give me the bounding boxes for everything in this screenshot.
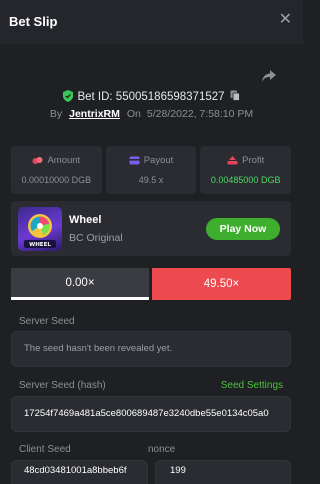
game-thumbnail: WHEEL bbox=[18, 207, 62, 251]
client-seed-field[interactable]: 48cd03481001a8bbeb6f bbox=[11, 460, 148, 484]
result-multiplier-value: 0.00× bbox=[65, 277, 95, 289]
bet-id: Bet ID: 55005186598371527 bbox=[77, 91, 225, 103]
stat-profit-label: Profit bbox=[242, 155, 265, 166]
profit-icon bbox=[227, 156, 238, 165]
server-hash-label: Server Seed (hash) bbox=[19, 380, 106, 391]
coins-icon bbox=[32, 157, 43, 164]
on-label: On bbox=[126, 108, 141, 120]
wheel-icon: WHEEL bbox=[24, 214, 56, 248]
copy-icon[interactable] bbox=[230, 90, 240, 101]
stat-payout-value: 49.5 x bbox=[138, 175, 164, 185]
stat-payout-label: Payout bbox=[143, 155, 174, 166]
stats-row: Amount 0.00010000 DGB Payout 49.5 x Prof… bbox=[11, 146, 292, 194]
game-name: Wheel bbox=[69, 214, 102, 226]
stat-amount-label: Amount bbox=[47, 155, 81, 166]
server-seed-label: Server Seed bbox=[19, 316, 75, 327]
stat-profit-value: 0.00485000 DGB bbox=[210, 175, 281, 185]
server-seed-field[interactable]: The seed hasn't been revealed yet. bbox=[11, 331, 291, 367]
card-icon bbox=[129, 156, 140, 165]
play-now-button[interactable]: Play Now bbox=[206, 218, 280, 240]
bet-id-row: Bet ID: 55005186598371527 bbox=[0, 90, 303, 106]
stat-profit: Profit 0.00485000 DGB bbox=[200, 146, 292, 194]
result-multiplier: 0.00× bbox=[11, 268, 149, 300]
stat-amount: Amount 0.00010000 DGB bbox=[11, 146, 102, 194]
result-underline bbox=[11, 297, 149, 300]
client-seed-label: Client Seed bbox=[19, 444, 71, 455]
header-bar: Bet Slip ✕ bbox=[0, 0, 303, 44]
target-multiplier: 49.50× bbox=[152, 268, 291, 300]
server-hash-field[interactable]: 17254f7469a481a5ce800689487e3240dbe55e01… bbox=[11, 396, 291, 432]
seed-settings-link[interactable]: Seed Settings bbox=[221, 380, 283, 391]
stat-amount-value: 0.00010000 DGB bbox=[21, 175, 92, 185]
game-thumb-text: WHEEL bbox=[29, 242, 51, 248]
bet-datetime: 5/28/2022, 7:58:10 PM bbox=[146, 108, 254, 120]
stat-payout: Payout 49.5 x bbox=[105, 146, 197, 194]
close-icon[interactable]: ✕ bbox=[279, 12, 292, 28]
page-title: Bet Slip bbox=[9, 14, 58, 29]
game-provider: BC Original bbox=[69, 232, 123, 244]
shield-icon bbox=[63, 90, 74, 102]
by-label: By bbox=[49, 108, 63, 120]
user-link[interactable]: JentrixRM bbox=[69, 108, 120, 120]
share-icon[interactable] bbox=[261, 69, 277, 83]
nonce-label: nonce bbox=[148, 444, 176, 455]
target-multiplier-value: 49.50× bbox=[203, 278, 240, 290]
game-card: WHEEL Wheel BC Original Play Now bbox=[11, 201, 291, 256]
nonce-field[interactable]: 199 bbox=[155, 460, 291, 484]
bet-meta-row: By JentrixRM On 5/28/2022, 7:58:10 PM bbox=[0, 108, 303, 120]
